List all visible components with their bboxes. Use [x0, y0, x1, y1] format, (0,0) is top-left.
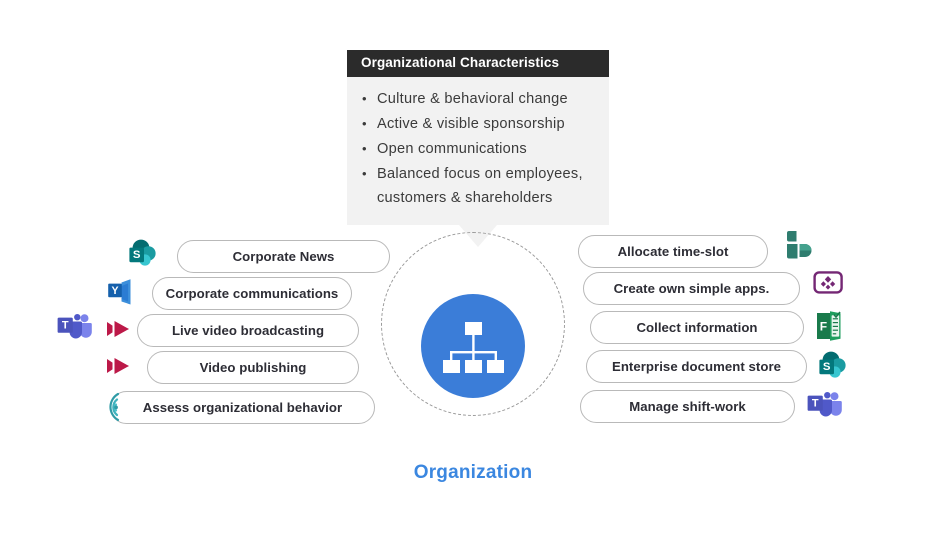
organization-hub: [421, 294, 525, 398]
callout-title: Organizational Characteristics: [347, 50, 609, 77]
sharepoint-icon: S: [126, 237, 160, 271]
organizational-characteristics-callout: Organizational Characteristics Culture &…: [347, 50, 609, 247]
svg-text:T: T: [62, 320, 69, 332]
organization-label: Organization: [413, 462, 533, 483]
svg-text:Y: Y: [111, 285, 118, 297]
teams-icon: T: [56, 311, 94, 343]
capability-pill-live-video-broadcasting[interactable]: Live video broadcasting: [137, 314, 359, 347]
diagram-canvas: Organizational Characteristics Culture &…: [0, 0, 946, 540]
capability-pill-corporate-communications[interactable]: Corporate communications: [152, 277, 352, 310]
svg-text:S: S: [823, 361, 831, 373]
viva-insights-icon: [98, 390, 130, 424]
org-chart-icon: [421, 294, 525, 398]
capability-pill-allocate-time-slot[interactable]: Allocate time-slot: [578, 235, 768, 268]
capability-pill-create-own-simple-apps[interactable]: Create own simple apps.: [583, 272, 800, 305]
stream-icon: [105, 317, 133, 341]
yammer-icon: Y: [104, 277, 138, 309]
svg-text:T: T: [812, 398, 819, 410]
svg-text:S: S: [133, 249, 141, 261]
capability-pill-assess-organizational-behavior[interactable]: Assess organizational behavior: [110, 391, 375, 424]
svg-text:F: F: [820, 320, 827, 334]
teams-icon: T: [806, 389, 844, 421]
callout-bullet: Open communications: [361, 137, 597, 161]
capability-pill-collect-information[interactable]: Collect information: [590, 311, 804, 344]
capability-pill-enterprise-document-store[interactable]: Enterprise document store: [586, 350, 807, 383]
capability-pill-video-publishing[interactable]: Video publishing: [147, 351, 359, 384]
callout-bullet-list: Culture & behavioral change Active & vis…: [361, 87, 597, 210]
callout-body: Culture & behavioral change Active & vis…: [347, 77, 609, 225]
bookings-icon: [783, 228, 817, 264]
power-apps-icon: [812, 269, 846, 299]
callout-bullet: Active & visible sponsorship: [361, 112, 597, 136]
stream-icon: [105, 354, 133, 378]
capability-pill-corporate-news[interactable]: Corporate News: [177, 240, 390, 273]
capability-pill-manage-shift-work[interactable]: Manage shift-work: [580, 390, 795, 423]
sharepoint-icon: S: [816, 349, 850, 383]
forms-icon: F: [814, 309, 846, 343]
callout-bullet: Culture & behavioral change: [361, 87, 597, 111]
callout-bullet: Balanced focus on employees, customers &…: [361, 162, 597, 210]
